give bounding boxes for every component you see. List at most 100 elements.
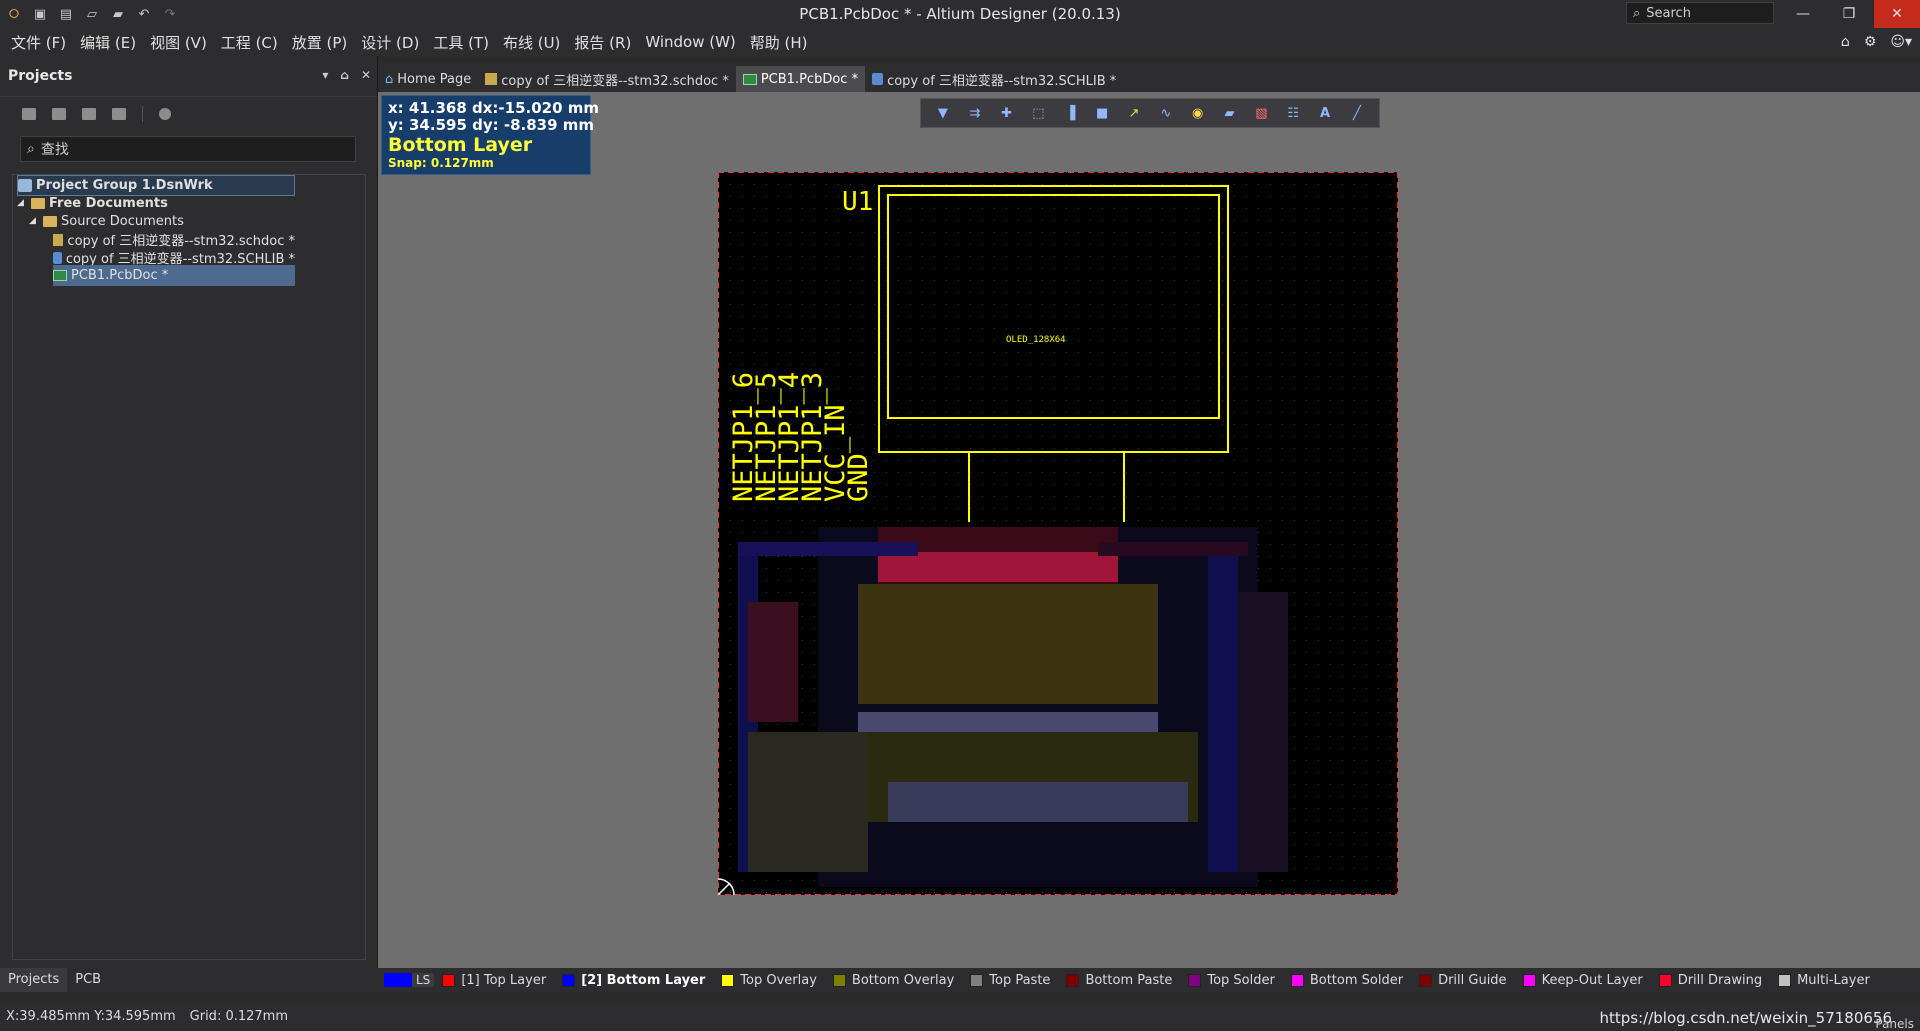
layer-tab-drill-drawing[interactable]: Drill Drawing — [1651, 973, 1770, 988]
layer-tab-label: [1] Top Layer — [461, 972, 547, 988]
layer-tab-label: Top Overlay — [740, 972, 817, 988]
tab-projects[interactable]: Projects — [0, 968, 68, 992]
menu-route[interactable]: 布线 (U) — [496, 32, 567, 53]
close-button[interactable]: ✕ — [1874, 0, 1920, 28]
dimension-icon[interactable]: ▧ — [1253, 106, 1269, 121]
open-folder-icon[interactable] — [82, 107, 96, 120]
menubar-right-icons: ⌂ ⚙ ☺▾ — [1841, 34, 1912, 50]
panel-menu-icon[interactable]: ▾ — [322, 68, 328, 82]
menu-file[interactable]: 文件 (F) — [4, 32, 73, 53]
interactive-route-icon[interactable]: ↗ — [1126, 106, 1142, 121]
layer-color-swatch — [1658, 973, 1672, 987]
layer-tab-top-paste[interactable]: Top Paste — [962, 973, 1058, 988]
diff-pair-icon[interactable]: ∿ — [1158, 106, 1174, 121]
doc-tab-home[interactable]: ⌂ Home Page — [378, 66, 478, 92]
close-project-icon[interactable] — [112, 107, 126, 120]
project-tree: Project Group 1.DsnWrk ◢ Free Documents … — [12, 174, 366, 960]
component-icon[interactable]: ■ — [1094, 106, 1110, 121]
layer-color-swatch — [1290, 973, 1304, 987]
select-rect-icon[interactable]: ⬚ — [1030, 106, 1046, 121]
home-icon[interactable]: ⌂ — [1841, 34, 1850, 50]
user-icon[interactable]: ☺▾ — [1890, 34, 1912, 50]
layer-color-swatch — [832, 973, 846, 987]
menu-design[interactable]: 设计 (D) — [354, 32, 426, 53]
save-icon[interactable]: ▣ — [32, 6, 48, 22]
panel-close-icon[interactable]: ✕ — [361, 68, 371, 82]
layer-tab-top-layer[interactable]: [1] Top Layer — [434, 973, 554, 988]
doc-tab-schdoc[interactable]: copy of 三相逆变器--stm32.schdoc * — [478, 66, 736, 92]
designator-u1: U1 — [842, 187, 873, 217]
crosshair-icon[interactable]: ✚ — [999, 106, 1015, 121]
hud-y-readout: y: 34.595 dy: -8.839 mm — [388, 116, 594, 134]
layer-tab-label: [2] Bottom Layer — [581, 972, 706, 988]
layer-tab-top-overlay[interactable]: Top Overlay — [713, 973, 825, 988]
route-icon[interactable]: ⇉ — [967, 106, 983, 121]
pin-icon[interactable]: ⌂ — [340, 68, 349, 82]
collapse-arrow-icon[interactable]: ◢ — [29, 216, 39, 228]
layer-tab-bottom-paste[interactable]: Bottom Paste — [1058, 973, 1180, 988]
document-tabs: ⌂ Home Page copy of 三相逆变器--stm32.schdoc … — [378, 62, 1920, 92]
gear-icon[interactable]: ⚙ — [1864, 34, 1877, 50]
projects-toolbar — [0, 96, 377, 130]
layer-tab-bottom-layer[interactable]: [2] Bottom Layer — [554, 973, 713, 988]
minimize-button[interactable]: — — [1780, 0, 1826, 28]
active-bar: ▼ ⇉ ✚ ⬚ ▐ ■ ↗ ∿ ◉ ▰ ▧ ☷ A ╱ — [920, 98, 1380, 128]
menu-reports[interactable]: 报告 (R) — [567, 32, 638, 53]
save-all-icon[interactable]: ▤ — [58, 6, 74, 22]
panels-button[interactable]: Panels — [1875, 1017, 1914, 1031]
layer-tab-keep-out-layer[interactable]: Keep-Out Layer — [1515, 973, 1651, 988]
collapse-arrow-icon[interactable]: ◢ — [17, 198, 27, 210]
redo-icon[interactable]: ↷ — [162, 6, 178, 22]
align-icon[interactable]: ▐ — [1062, 106, 1078, 121]
menu-edit[interactable]: 编辑 (E) — [73, 32, 143, 53]
polygon-icon[interactable]: ▰ — [1222, 106, 1238, 121]
pcb-board[interactable]: U1 OLED_128X64 NETJP1_6 NETJP1_5 NETJP1_… — [718, 172, 1398, 895]
undo-icon[interactable]: ↶ — [136, 6, 152, 22]
copy-icon[interactable] — [52, 107, 66, 120]
layer-tab-label: Multi-Layer — [1797, 972, 1870, 988]
layer-color-swatch — [1066, 973, 1080, 987]
search-icon: ⌕ — [27, 141, 35, 157]
heads-up-display: x: 41.368 dx:-15.020 mm y: 34.595 dy: -8… — [381, 95, 599, 175]
open-project-icon[interactable]: ▰ — [110, 6, 126, 22]
line-icon[interactable]: ╱ — [1349, 106, 1365, 121]
layer-tab-top-solder[interactable]: Top Solder — [1180, 973, 1282, 988]
filter-icon[interactable]: ▼ — [935, 106, 951, 121]
save-icon[interactable] — [22, 107, 36, 120]
menu-project[interactable]: 工程 (C) — [214, 32, 285, 53]
text-icon[interactable]: A — [1317, 106, 1333, 121]
layer-tab-bottom-solder[interactable]: Bottom Solder — [1283, 973, 1411, 988]
layer-set-button[interactable]: LS — [384, 973, 435, 987]
via-icon[interactable]: ◉ — [1190, 106, 1206, 121]
chart-icon[interactable]: ☷ — [1285, 106, 1301, 121]
gear-icon[interactable] — [159, 107, 171, 120]
tree-item-pcbdoc[interactable]: PCB1.PcbDoc * — [53, 265, 295, 286]
tab-pcb[interactable]: PCB — [67, 968, 109, 992]
open-icon[interactable]: ▱ — [84, 6, 100, 22]
layer-tab-label: Bottom Paste — [1085, 972, 1173, 988]
projects-search-input[interactable]: ⌕ 查找 — [20, 136, 356, 162]
layer-tab-drill-guide[interactable]: Drill Guide — [1411, 973, 1515, 988]
menu-tools[interactable]: 工具 (T) — [426, 32, 496, 53]
title-bar: ⭘ ▣ ▤ ▱ ▰ ↶ ↷ PCB1.PcbDoc * - Altium Des… — [0, 0, 1920, 28]
doc-tab-schlib[interactable]: copy of 三相逆变器--stm32.SCHLIB * — [865, 66, 1123, 92]
projects-panel: Projects ▾ ⌂ ✕ ⌕ 查找 Project Group 1.DsnW… — [0, 56, 378, 968]
quick-access-toolbar: ⭘ ▣ ▤ ▱ ▰ ↶ ↷ — [0, 6, 178, 22]
tree-item-label: Project Group 1.DsnWrk — [36, 178, 213, 193]
menu-window[interactable]: Window (W) — [638, 33, 742, 51]
global-search-input[interactable]: ⌕ Search — [1626, 2, 1774, 24]
layer-tab-bottom-overlay[interactable]: Bottom Overlay — [825, 973, 962, 988]
menu-view[interactable]: 视图 (V) — [143, 32, 214, 53]
layer-tab-label: Bottom Solder — [1309, 972, 1404, 988]
pcbdoc-icon — [53, 270, 67, 281]
pcb-canvas[interactable]: x: 41.368 dx:-15.020 mm y: 34.595 dy: -8… — [378, 92, 1920, 968]
schdoc-icon — [53, 233, 64, 246]
menu-help[interactable]: 帮助 (H) — [743, 32, 815, 53]
restore-button[interactable]: ❐ — [1826, 0, 1872, 28]
layer-tab-label: Drill Drawing — [1677, 972, 1763, 988]
doc-tab-pcbdoc[interactable]: PCB1.PcbDoc * — [735, 66, 866, 92]
current-layer-swatch — [384, 973, 412, 987]
layer-color-swatch — [970, 973, 984, 987]
layer-tab-multi-layer[interactable]: Multi-Layer — [1770, 973, 1878, 988]
menu-place[interactable]: 放置 (P) — [285, 32, 355, 53]
